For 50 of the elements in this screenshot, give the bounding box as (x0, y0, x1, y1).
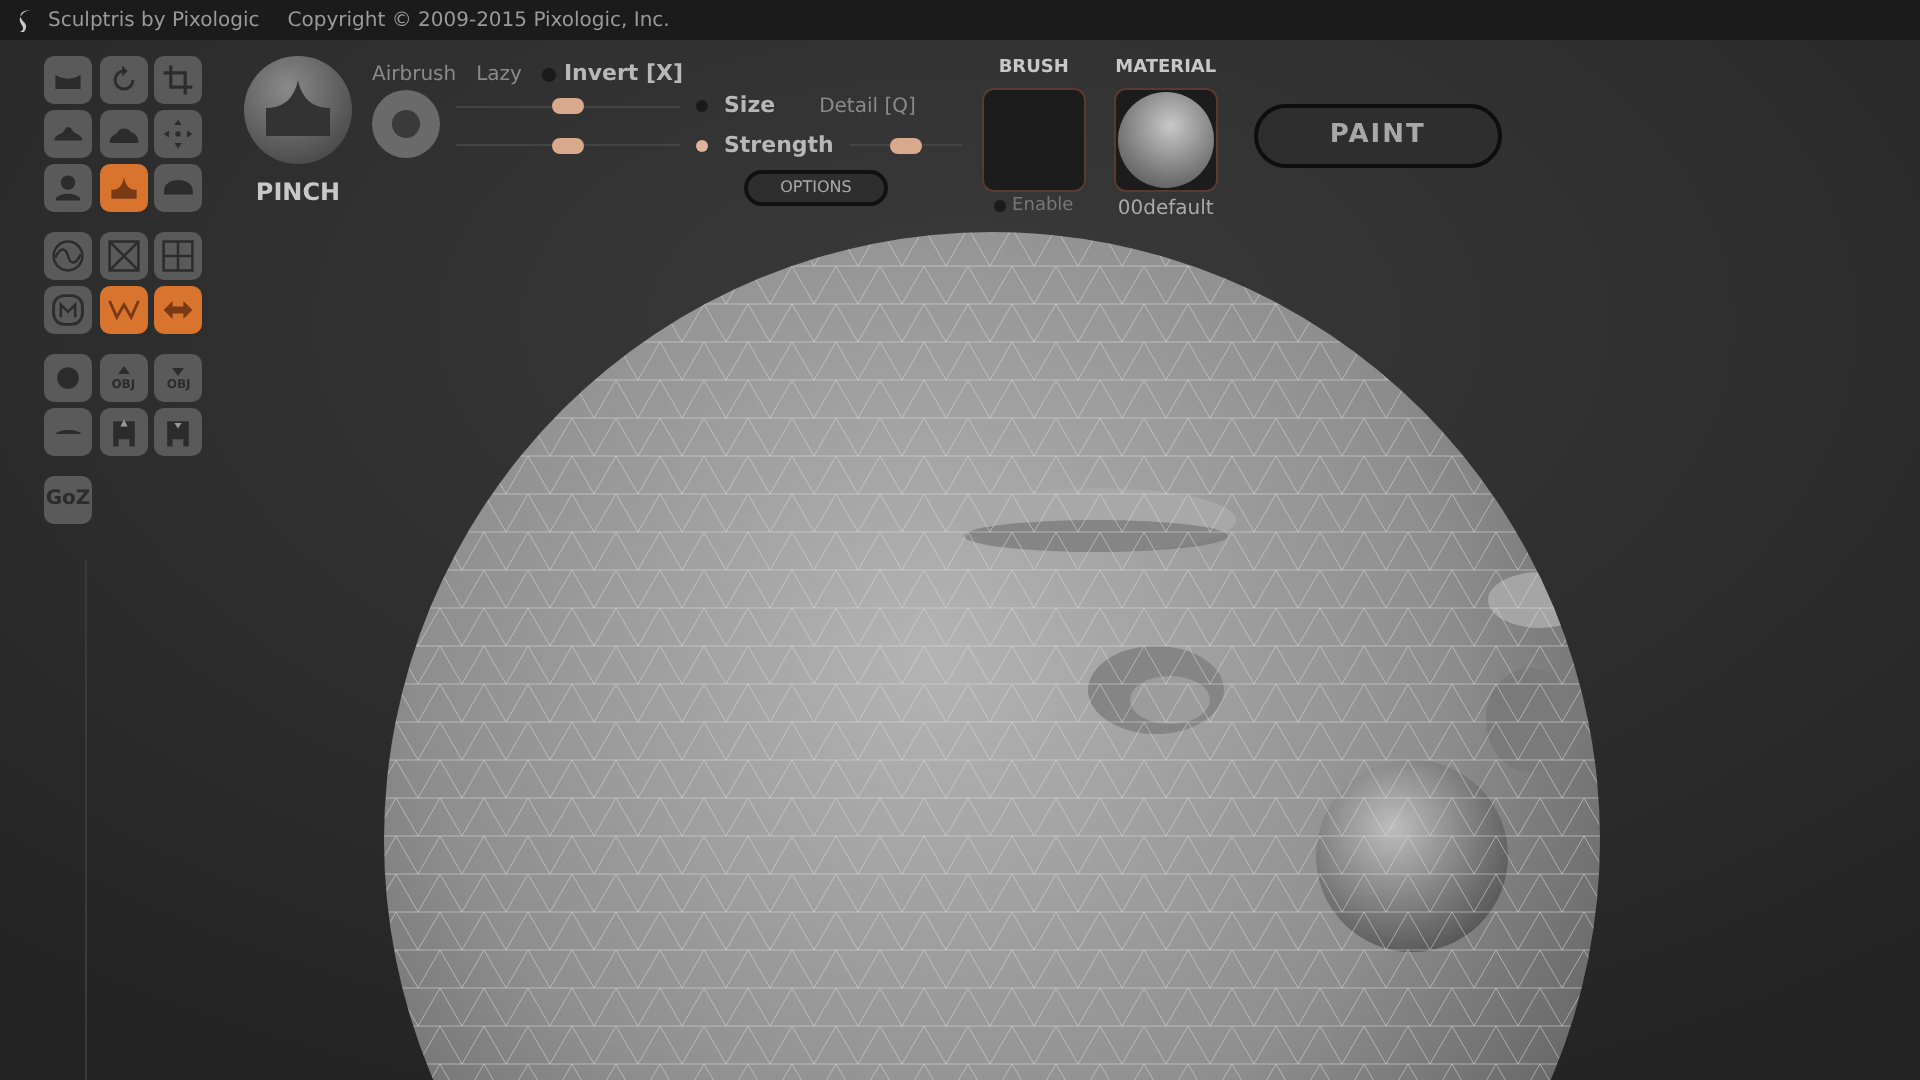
cross-icon (105, 238, 142, 274)
copyright-text: Copyright © 2009-2015 Pixologic, Inc. (287, 7, 670, 35)
size-label: Size (724, 90, 776, 122)
tool-button[interactable] (154, 110, 203, 158)
tool-button[interactable] (99, 232, 148, 280)
tool-button[interactable] (154, 232, 203, 280)
slider-thumb[interactable] (552, 98, 584, 115)
detail-slider[interactable] (849, 135, 962, 156)
tool-button[interactable] (44, 408, 92, 456)
tool-button[interactable] (154, 164, 203, 212)
tool-button[interactable] (44, 164, 92, 212)
tool-button[interactable] (99, 286, 148, 334)
wave-icon (50, 238, 86, 274)
enable-label: Enable (1012, 193, 1074, 219)
tool-button[interactable] (99, 56, 148, 104)
flat-icon (53, 429, 83, 435)
mound-icon (53, 125, 83, 143)
material-slot[interactable] (1113, 87, 1218, 191)
window-title: Sculptris by Pixologic (48, 7, 260, 35)
size-slider[interactable] (456, 96, 680, 117)
airbrush-label: Airbrush (372, 61, 457, 89)
tool-button[interactable] (44, 110, 92, 158)
tool-button[interactable] (44, 286, 92, 334)
grid-icon (160, 238, 197, 274)
material-title: MATERIAL (1115, 56, 1217, 82)
crop-icon (160, 62, 197, 98)
detail-label: Detail [Q] (819, 93, 916, 122)
strength-label: Strength (724, 129, 834, 161)
tool-button[interactable] (44, 56, 92, 104)
pinch-icon (262, 80, 334, 140)
move-icon (160, 116, 197, 152)
brush-slot[interactable] (981, 87, 1086, 191)
brush-title: BRUSH (998, 56, 1069, 82)
tool-button[interactable] (154, 408, 203, 456)
brush-name: PINCH (255, 176, 341, 210)
tool-button[interactable] (44, 232, 92, 280)
tool-button[interactable] (44, 354, 92, 402)
invert-label: Invert [X] (563, 57, 684, 90)
paint-button[interactable]: PAINT (1253, 104, 1502, 168)
bust-icon (50, 170, 86, 206)
hill-icon (164, 180, 194, 196)
strength-slider[interactable] (456, 135, 680, 156)
lazy-label: Lazy (476, 61, 522, 89)
material-name: 00default (1117, 195, 1214, 223)
tool-button[interactable] (154, 56, 203, 104)
tool-button[interactable] (99, 408, 148, 456)
tool-button[interactable] (154, 286, 203, 334)
tool-button[interactable] (99, 164, 148, 212)
tool-button[interactable] (99, 110, 148, 158)
options-button[interactable]: OPTIONS (744, 170, 888, 206)
